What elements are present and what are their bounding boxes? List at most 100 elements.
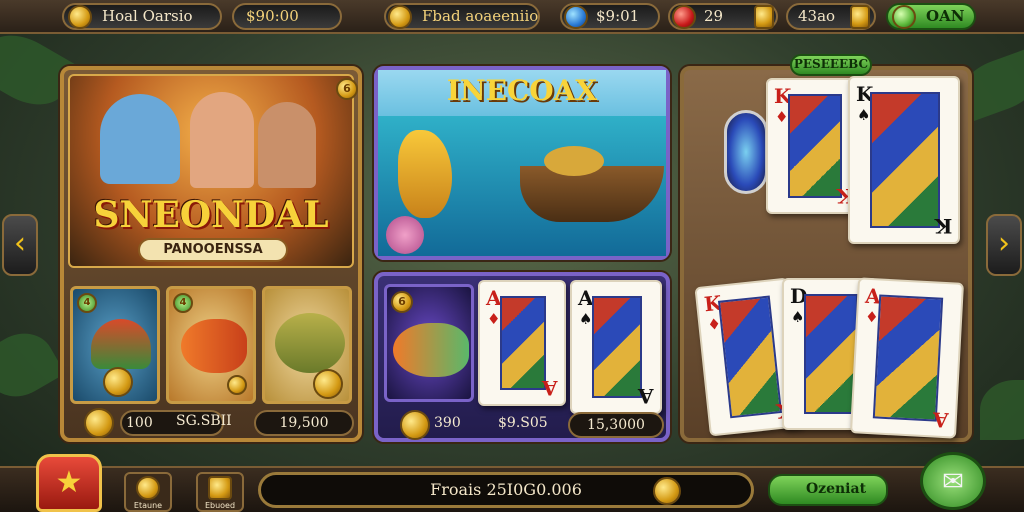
character-image — [258, 102, 316, 188]
nav-button-ebuoed[interactable]: Ebuoed — [196, 472, 244, 512]
gift-icon — [208, 476, 232, 500]
card-suit: ♠ — [857, 106, 871, 124]
slot-title: SNEONDAL — [93, 194, 329, 236]
card-suit: ♠ — [791, 308, 805, 326]
score-stat: 15,3000 — [568, 412, 664, 438]
nav-label: Etaune — [133, 501, 163, 510]
value-text: SG.SBII — [176, 413, 232, 429]
card-slot-panel[interactable]: 6 A ♦ A A ♠ A 390 $9.S05 15,3000 — [374, 272, 670, 442]
coin-icon — [227, 375, 247, 395]
card-art — [788, 94, 842, 198]
chest-icon — [754, 5, 774, 29]
balance-pill: $90:00 — [232, 3, 342, 30]
character-image — [190, 92, 254, 188]
chips-value: 43ao — [798, 7, 836, 25]
chat-icon[interactable]: ✉ — [920, 452, 986, 510]
badge-icon: 4 — [77, 293, 97, 313]
leaf-decoration — [0, 321, 66, 409]
score-stat: 19,500 — [254, 410, 354, 436]
fish-mascot-image — [100, 94, 180, 184]
playing-card[interactable]: K ♠ K — [848, 76, 960, 244]
treasure-image — [544, 146, 604, 176]
card-art — [500, 296, 546, 390]
game-title: Hoal Oarsio — [102, 7, 193, 25]
chevron-left-icon[interactable]: ‹ — [2, 214, 38, 276]
lives-value: 29 — [704, 7, 724, 25]
card-rank-corner: A — [638, 384, 654, 408]
fishing-panel[interactable]: INECOAX — [374, 66, 670, 260]
chip-stack-icon — [386, 216, 424, 254]
card-suit: ♦ — [487, 310, 501, 328]
slot-tile[interactable]: 4 — [70, 286, 160, 404]
playing-card[interactable]: A ♠ A — [570, 280, 662, 414]
card-art — [717, 295, 783, 419]
card-art — [804, 294, 858, 414]
slot-panel[interactable]: SNEONDAL PANOOENSSA 6 4 4 100 SG.SBII 19… — [60, 66, 362, 442]
confirm-label: Ozeniat — [805, 481, 867, 497]
card-rank-corner: A — [932, 407, 950, 433]
fish-icon — [181, 319, 247, 373]
gem-icon — [564, 5, 588, 29]
slot-tile[interactable] — [262, 286, 352, 404]
nav-button-etaune[interactable]: Etaune — [124, 472, 172, 512]
badge-icon: 4 — [173, 293, 193, 313]
gems-value: $9:01 — [596, 7, 640, 25]
score-value: 19,500 — [279, 415, 329, 431]
chevron-right-icon[interactable]: › — [986, 214, 1022, 276]
dollar-icon — [892, 5, 916, 29]
coins-value: 390 — [434, 415, 461, 431]
avatar-icon — [68, 5, 92, 29]
card-rank-corner: A — [542, 376, 558, 400]
coin-icon — [84, 408, 114, 438]
bonus-text: Fbad aoaeeniio — [422, 7, 539, 25]
score-value: 15,3000 — [587, 417, 645, 433]
top-bar: Hoal Oarsio $90:00 Fbad aoaeeniio $9:01 … — [0, 0, 1024, 34]
coin-stack-icon — [313, 369, 343, 399]
profile-pill[interactable]: Hoal Oarsio — [62, 3, 222, 30]
action-button[interactable]: OAN — [886, 3, 976, 30]
action-label: OAN — [926, 7, 965, 25]
coin-stack-icon — [103, 367, 133, 397]
leaf-decoration — [980, 380, 1024, 440]
nav-label: Ebuoed — [204, 501, 236, 510]
value-stat: SG.SBII — [170, 410, 250, 436]
confirm-button[interactable]: Ozeniat — [768, 474, 888, 506]
card-table-panel[interactable]: PESEEEBC K ♦ K K ♠ K K ♦ K D ♠ D A ♦ A — [680, 54, 972, 442]
fish-icon — [275, 313, 345, 373]
card-art — [872, 294, 944, 422]
coins-value: 100 — [126, 415, 153, 431]
home-icon[interactable]: ★ — [36, 454, 102, 512]
fish-tile[interactable]: 6 — [384, 284, 474, 402]
balance-value: $90:00 — [246, 7, 299, 25]
value-text: $9.S05 — [498, 415, 548, 431]
coins-stat: 390 — [430, 412, 500, 438]
chip-icon — [724, 110, 768, 194]
badge-icon: 6 — [336, 78, 358, 100]
card-suit: ♦ — [775, 108, 789, 126]
lives-pill: 29 — [668, 3, 778, 30]
badge-icon: 6 — [391, 291, 413, 313]
playing-card[interactable]: A ♦ A — [478, 280, 566, 406]
card-rank-corner: K — [934, 214, 952, 238]
coin-icon — [653, 477, 681, 505]
fish-icon — [393, 323, 469, 377]
slot-banner[interactable]: SNEONDAL PANOOENSSA 6 — [68, 74, 358, 268]
rainbow-icon — [91, 319, 151, 369]
bonus-pill[interactable]: Fbad aoaeeniio — [384, 3, 540, 30]
card-art — [592, 296, 642, 398]
ruby-icon — [672, 5, 696, 29]
slot-subtitle: PANOOENSSA — [138, 238, 288, 262]
card-suit: ♠ — [579, 310, 593, 328]
chest-icon — [850, 5, 870, 29]
value-stat: $9.S05 — [492, 412, 572, 438]
trophy-icon — [136, 476, 160, 500]
chips-pill: 43ao — [786, 3, 876, 30]
bottom-bar: ★ Etaune Ebuoed Froais 25I0G0.006 Ozenia… — [0, 452, 1024, 512]
slot-tile[interactable]: 4 — [166, 286, 256, 404]
table-label: PESEEEBC — [790, 54, 872, 76]
gems-pill: $9:01 — [560, 3, 660, 30]
card-art — [870, 92, 940, 228]
fishing-title: INECOAX — [446, 74, 598, 107]
coin-icon — [400, 410, 430, 440]
playing-card[interactable]: A ♦ A — [849, 277, 965, 439]
